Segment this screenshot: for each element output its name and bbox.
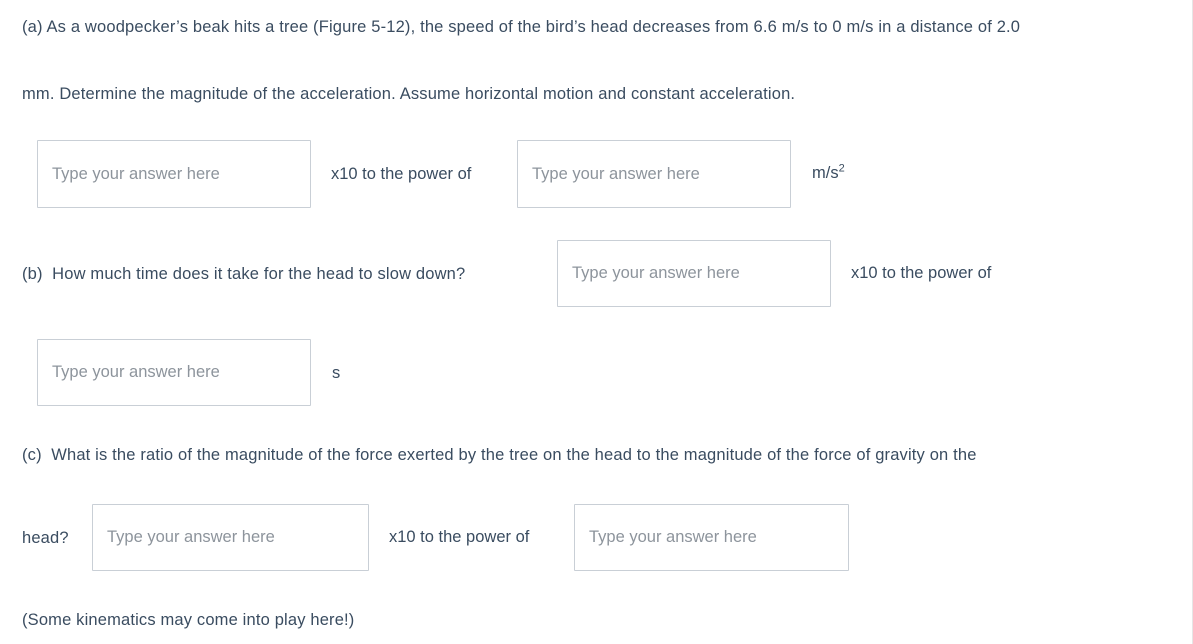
part-a-unit-label: m/s2 (812, 162, 845, 183)
part-b-exponent-input[interactable] (37, 339, 311, 406)
part-c-mantissa-input[interactable] (92, 504, 369, 571)
part-b-power-label: x10 to the power of (851, 264, 992, 282)
part-b-prompt: (b) How much time does it take for the h… (22, 265, 466, 283)
part-c-prompt-line1: (c) What is the ratio of the magnitude o… (22, 446, 977, 464)
part-a-exponent-input[interactable] (517, 140, 791, 208)
part-b-unit-label: s (332, 364, 341, 382)
part-c-power-label: x10 to the power of (389, 528, 530, 546)
part-a-prompt-line1: (a) As a woodpecker’s beak hits a tree (… (22, 18, 1021, 36)
hint-text: (Some kinematics may come into play here… (22, 611, 355, 629)
part-a-prompt-line2: mm. Determine the magnitude of the accel… (22, 85, 796, 103)
part-b-mantissa-input[interactable] (557, 240, 831, 307)
part-c-prompt-line2: head? (22, 529, 69, 547)
part-a-unit-base: m/s (812, 164, 839, 182)
part-a-power-label: x10 to the power of (331, 165, 472, 183)
part-a-mantissa-input[interactable] (37, 140, 311, 208)
question-page: (a) As a woodpecker’s beak hits a tree (… (0, 0, 1193, 644)
part-c-exponent-input[interactable] (574, 504, 849, 571)
part-a-unit-exponent: 2 (838, 162, 845, 175)
